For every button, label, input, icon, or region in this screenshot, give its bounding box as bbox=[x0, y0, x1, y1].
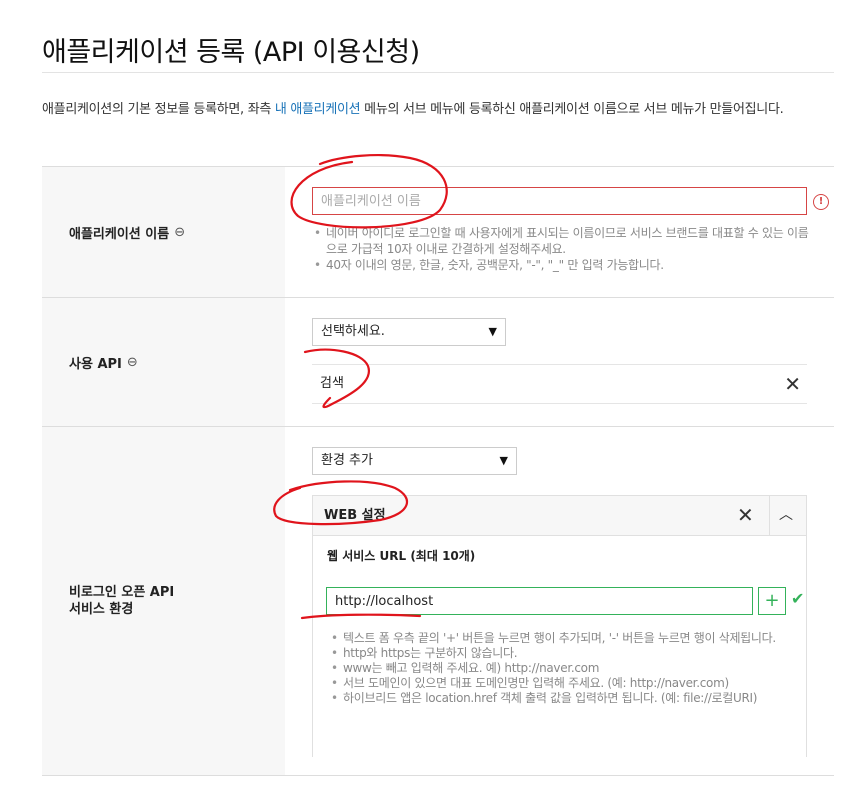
remove-web-icon[interactable]: ✕ bbox=[737, 496, 754, 535]
web-settings-title: WEB 설정 bbox=[324, 508, 386, 523]
app-name-label: 애플리케이션 이름 ⊖ bbox=[42, 167, 285, 297]
hint-item: www는 빼고 입력해 주세요. 예) http://naver.com bbox=[329, 661, 799, 676]
web-url-input[interactable] bbox=[326, 587, 753, 615]
env-select[interactable]: 환경 추가 ▼ bbox=[312, 447, 517, 475]
web-settings-header: WEB 설정 ✕ ︿ bbox=[313, 495, 806, 536]
intro-text: 애플리케이션의 기본 정보를 등록하면, 좌측 내 애플리케이션 메뉴의 서브 … bbox=[42, 102, 784, 117]
hint-item: 서브 도메인이 있으면 대표 도메인명만 입력해 주세요. (예: http:/… bbox=[329, 676, 799, 691]
app-name-input[interactable] bbox=[312, 187, 807, 215]
hint-item: 하이브리드 앱은 location.href 객체 출력 값을 입력하면 됩니다… bbox=[329, 691, 799, 706]
app-name-hints: 네이버 아이디로 로그인할 때 사용자에게 표시되는 이름이므로 서비스 브랜드… bbox=[312, 225, 812, 273]
error-icon: ! bbox=[813, 194, 829, 210]
collapse-icon[interactable]: ︿ bbox=[779, 496, 793, 535]
application-form: 애플리케이션 이름 ⊖ ! 네이버 아이디로 로그인할 때 사용자에게 표시되는… bbox=[42, 166, 834, 776]
env-label: 비로그인 오픈 API 서비스 환경 bbox=[42, 427, 285, 775]
api-label: 사용 API ⊖ bbox=[42, 298, 285, 426]
api-row: 사용 API ⊖ 선택하세요. ▼ 검색 ✕ bbox=[42, 298, 834, 427]
api-select[interactable]: 선택하세요. ▼ bbox=[312, 318, 506, 346]
caret-down-icon: ▼ bbox=[488, 325, 497, 338]
env-row: 비로그인 오픈 API 서비스 환경 환경 추가 ▼ WEB 설정 ✕ ︿ 웹 서… bbox=[42, 427, 834, 776]
web-settings-panel: WEB 설정 ✕ ︿ 웹 서비스 URL (최대 10개) + ✔ 텍스트 폼 … bbox=[312, 495, 807, 757]
hint-item: 텍스트 폼 우측 끝의 '+' 버튼을 누르면 행이 추가되며, '-' 버튼을… bbox=[329, 631, 799, 646]
add-url-button[interactable]: + bbox=[758, 587, 786, 615]
caret-down-icon: ▼ bbox=[499, 454, 508, 467]
title-divider bbox=[42, 72, 834, 73]
selected-api-item: 검색 ✕ bbox=[312, 364, 807, 404]
hint-item: http와 https는 구분하지 않습니다. bbox=[329, 646, 799, 661]
hint-item: 네이버 아이디로 로그인할 때 사용자에게 표시되는 이름이므로 서비스 브랜드… bbox=[312, 225, 812, 257]
web-url-hints: 텍스트 폼 우측 끝의 '+' 버튼을 누르면 행이 추가되며, '-' 버튼을… bbox=[329, 631, 799, 706]
page-title: 애플리케이션 등록 (API 이용신청) bbox=[42, 37, 420, 68]
web-url-label: 웹 서비스 URL (최대 10개) bbox=[327, 549, 476, 563]
hint-item: 40자 이내의 영문, 한글, 숫자, 공백문자, "-", "_" 만 입력 … bbox=[312, 257, 812, 273]
app-name-row: 애플리케이션 이름 ⊖ ! 네이버 아이디로 로그인할 때 사용자에게 표시되는… bbox=[42, 167, 834, 298]
remove-api-icon[interactable]: ✕ bbox=[784, 365, 801, 403]
link-icon: ⊖ bbox=[174, 224, 186, 240]
check-icon: ✔ bbox=[791, 589, 805, 608]
my-applications-link[interactable]: 내 애플리케이션 bbox=[275, 102, 361, 117]
link-icon: ⊖ bbox=[126, 354, 138, 370]
